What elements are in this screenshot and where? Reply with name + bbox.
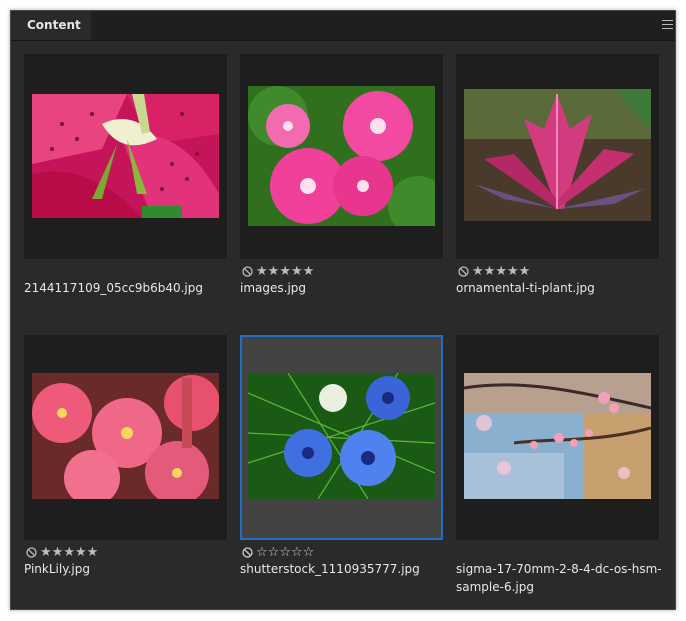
- star-icon[interactable]: ★: [87, 546, 99, 559]
- star-outline-icon[interactable]: ☆: [291, 546, 303, 559]
- star-icon[interactable]: ★: [75, 546, 87, 559]
- thumbnail-image[interactable]: [32, 373, 219, 499]
- star-icon[interactable]: ★: [519, 265, 531, 278]
- thumbnail-image[interactable]: [464, 89, 651, 221]
- star-outline-icon[interactable]: ☆: [256, 546, 268, 559]
- star-icon[interactable]: ★: [495, 265, 507, 278]
- star-outline-icon[interactable]: ☆: [279, 546, 291, 559]
- star-icon[interactable]: ★: [63, 546, 75, 559]
- thumbnail-cell[interactable]: [240, 54, 443, 259]
- file-name[interactable]: PinkLily.jpg: [24, 560, 234, 578]
- rating-row[interactable]: ★ ★ ★ ★ ★: [242, 263, 314, 279]
- thumbnail-image[interactable]: [32, 94, 219, 218]
- thumbnail-image[interactable]: [464, 373, 651, 499]
- star-icon[interactable]: ★: [303, 265, 315, 278]
- star-icon[interactable]: ★: [268, 265, 280, 278]
- star-outline-icon[interactable]: ☆: [268, 546, 280, 559]
- star-icon[interactable]: ★: [40, 546, 52, 559]
- thumbnail-cell[interactable]: [456, 335, 659, 540]
- reject-icon[interactable]: [242, 265, 253, 277]
- tab-content[interactable]: Content: [11, 11, 91, 40]
- thumbnail-cell[interactable]: [24, 54, 227, 259]
- star-icon[interactable]: ★: [291, 265, 303, 278]
- file-name[interactable]: ornamental-ti-plant.jpg: [456, 279, 666, 297]
- rating-row[interactable]: ☆ ☆ ☆ ☆ ☆: [242, 544, 314, 560]
- thumbnail-image[interactable]: [248, 86, 435, 226]
- file-name[interactable]: shutterstock_1110935777.jpg: [240, 560, 450, 578]
- reject-icon[interactable]: [458, 265, 469, 277]
- star-icon[interactable]: ★: [484, 265, 496, 278]
- content-panel: Content 2144117109_05cc9b6b40.jpg ★ ★ ★ …: [10, 10, 676, 610]
- star-icon[interactable]: ★: [256, 265, 268, 278]
- file-name[interactable]: 2144117109_05cc9b6b40.jpg: [24, 279, 234, 297]
- star-icon[interactable]: ★: [279, 265, 291, 278]
- tab-bar: Content: [11, 11, 675, 41]
- reject-icon[interactable]: [26, 546, 37, 558]
- star-icon[interactable]: ★: [507, 265, 519, 278]
- star-outline-icon[interactable]: ☆: [303, 546, 315, 559]
- rating-row[interactable]: ★ ★ ★ ★ ★: [26, 544, 98, 560]
- file-name[interactable]: images.jpg: [240, 279, 450, 297]
- reject-icon[interactable]: [242, 546, 253, 558]
- thumbnail-image[interactable]: [248, 373, 435, 499]
- thumbnail-cell-selected[interactable]: [240, 335, 443, 540]
- menu-icon[interactable]: [662, 20, 673, 30]
- file-name[interactable]: sigma-17-70mm-2-8-4-dc-os-hsm-sample-6.j…: [456, 560, 666, 596]
- star-icon[interactable]: ★: [52, 546, 64, 559]
- star-icon[interactable]: ★: [472, 265, 484, 278]
- rating-row[interactable]: ★ ★ ★ ★ ★: [458, 263, 530, 279]
- thumbnail-cell[interactable]: [456, 54, 659, 259]
- thumbnail-cell[interactable]: [24, 335, 227, 540]
